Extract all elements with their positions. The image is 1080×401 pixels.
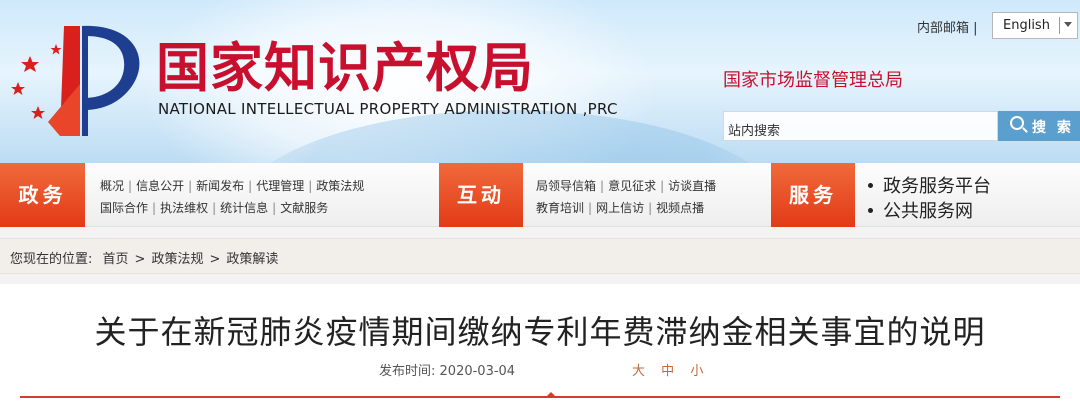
main-nav: 政务 概况 | 信息公开 | 新闻发布 | 代理管理 | 政策法规 国际合作 | 执法维权 | 统计信息…	[0, 163, 1080, 227]
nav-separator: |	[308, 179, 313, 193]
service-platform-link[interactable]: 政务服务平台	[868, 172, 991, 198]
internal-mail-link[interactable]: 内部邮箱 |	[917, 17, 978, 36]
breadcrumb-separator: >	[134, 252, 146, 267]
language-label: English	[1003, 18, 1050, 33]
bullet-icon	[868, 207, 873, 213]
search-button[interactable]: 搜 索	[998, 111, 1080, 141]
nav-separator: |	[128, 179, 133, 193]
search-button-label: 搜 索	[1032, 120, 1074, 136]
breadcrumb-separator: >	[209, 252, 221, 267]
breadcrumb-current[interactable]: 政策解读	[226, 252, 278, 267]
site-title-cn[interactable]: 国家知识产权局	[156, 40, 534, 98]
search-icon	[1010, 116, 1024, 130]
nav-hudong-tab[interactable]: 互动	[439, 163, 523, 227]
title-divider	[20, 396, 1060, 398]
nav-link[interactable]: 统计信息	[220, 201, 268, 215]
nav-fuwu-tab[interactable]: 服务	[771, 163, 855, 227]
nav-link[interactable]: 文献服务	[280, 201, 328, 215]
publish-date-label: 发布时间:	[379, 364, 436, 379]
nav-separator: |	[648, 201, 653, 215]
breadcrumb-home[interactable]: 首页	[103, 252, 129, 267]
nav-link[interactable]: 网上信访	[596, 201, 644, 215]
nav-link[interactable]: 访谈直播	[668, 179, 716, 193]
nav-separator: |	[588, 201, 593, 215]
nav-link[interactable]: 国际合作	[100, 201, 148, 215]
nav-link[interactable]: 信息公开	[136, 179, 184, 193]
nav-zhengwu-row1: 概况 | 信息公开 | 新闻发布 | 代理管理 | 政策法规	[100, 177, 364, 194]
nav-separator: |	[660, 179, 665, 193]
nav-hudong-row1: 局领导信箱 | 意见征求 | 访谈直播	[536, 177, 716, 194]
cnipa-logo-icon[interactable]	[8, 14, 150, 146]
publish-date-value: 2020-03-04	[439, 364, 516, 379]
nav-separator: |	[212, 201, 217, 215]
font-size-medium-button[interactable]: 中	[661, 364, 674, 379]
nav-separator: |	[152, 201, 157, 215]
breadcrumb-policy[interactable]: 政策法规	[151, 252, 203, 267]
nav-link[interactable]: 代理管理	[256, 179, 304, 193]
nav-separator: |	[248, 179, 253, 193]
language-divider	[1059, 17, 1060, 34]
nav-separator: |	[272, 201, 277, 215]
publish-date: 发布时间: 2020-03-04	[379, 360, 515, 379]
breadcrumb: 您现在的位置: 首页 > 政策法规 > 政策解读	[0, 238, 1080, 274]
nav-separator: |	[600, 179, 605, 193]
nav-link[interactable]: 局领导信箱	[536, 179, 596, 193]
nav-link[interactable]: 概况	[100, 179, 124, 193]
nav-link[interactable]: 政策法规	[316, 179, 364, 193]
nav-link[interactable]: 教育培训	[536, 201, 584, 215]
search-input[interactable]	[723, 111, 998, 141]
public-service-label: 公共服务网	[883, 201, 973, 222]
breadcrumb-prefix: 您现在的位置:	[10, 252, 93, 267]
site-title-en: NATIONAL INTELLECTUAL PROPERTY ADMINISTR…	[158, 100, 618, 118]
site-header: 国家知识产权局 NATIONAL INTELLECTUAL PROPERTY A…	[0, 0, 1080, 163]
samr-link[interactable]: 国家市场监督管理总局	[723, 66, 903, 92]
chevron-down-icon	[1064, 22, 1072, 27]
nav-zhengwu-tab[interactable]: 政务	[0, 163, 85, 227]
divider-marker-icon	[546, 392, 556, 397]
nav-link[interactable]: 意见征求	[608, 179, 656, 193]
nav-hudong-row2: 教育培训 | 网上信访 | 视频点播	[536, 199, 704, 216]
nav-link[interactable]: 执法维权	[160, 201, 208, 215]
font-size-large-button[interactable]: 大	[632, 364, 645, 379]
nav-link[interactable]: 新闻发布	[196, 179, 244, 193]
article: 关于在新冠肺炎疫情期间缴纳专利年费滞纳金相关事宜的说明 发布时间: 2020-0…	[0, 284, 1080, 401]
language-select[interactable]: English	[992, 12, 1078, 39]
font-size-small-button[interactable]: 小	[690, 364, 703, 379]
bullet-icon	[868, 182, 873, 188]
nav-link[interactable]: 视频点播	[656, 201, 704, 215]
nav-separator: |	[188, 179, 193, 193]
nav-zhengwu-row2: 国际合作 | 执法维权 | 统计信息 | 文献服务	[100, 199, 328, 216]
article-title: 关于在新冠肺炎疫情期间缴纳专利年费滞纳金相关事宜的说明	[94, 313, 986, 351]
service-platform-label: 政务服务平台	[883, 176, 991, 197]
public-service-link[interactable]: 公共服务网	[868, 197, 973, 223]
font-size-controls: 大 中 小	[632, 360, 715, 379]
